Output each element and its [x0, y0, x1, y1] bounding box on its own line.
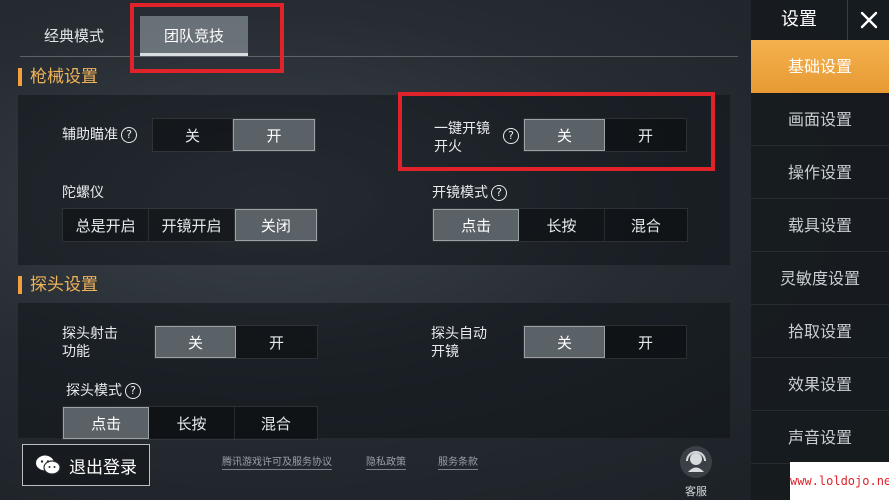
- gyro-always-on[interactable]: 总是开启: [63, 209, 150, 241]
- aim-assist-toggle: 关 开: [152, 118, 316, 152]
- peek-auto-scope-label: 探头自动 开镜: [431, 326, 487, 360]
- peek-mode-hold[interactable]: 长按: [149, 407, 235, 439]
- scope-mode-selector: 点击 长按 混合: [432, 208, 688, 242]
- customer-service-icon: [680, 446, 712, 478]
- aim-assist-label: 辅助瞄准?: [62, 126, 137, 144]
- scope-mode-hold[interactable]: 长按: [519, 209, 605, 241]
- close-button[interactable]: [847, 0, 889, 40]
- sidebar-item-audio[interactable]: 声音设置: [751, 411, 889, 464]
- sidebar-item-effects[interactable]: 效果设置: [751, 358, 889, 411]
- gyro-off[interactable]: 关闭: [234, 209, 317, 241]
- scope-mode-mixed[interactable]: 混合: [605, 209, 687, 241]
- peek-mode-label: 探头模式?: [66, 382, 141, 400]
- aim-assist-off[interactable]: 关: [153, 119, 233, 151]
- peek-mode-selector: 点击 长按 混合: [62, 406, 318, 440]
- peek-auto-scope-on[interactable]: 开: [605, 326, 686, 358]
- help-icon[interactable]: ?: [491, 185, 507, 201]
- gyro-label: 陀螺仪: [62, 185, 104, 201]
- sidebar-item-vehicle[interactable]: 载具设置: [751, 199, 889, 252]
- tabs-divider: [20, 56, 738, 57]
- help-icon[interactable]: ?: [125, 383, 141, 399]
- peek-mode-mixed[interactable]: 混合: [235, 407, 317, 439]
- sidebar-item-controls[interactable]: 操作设置: [751, 146, 889, 199]
- customer-service-button[interactable]: 客服: [674, 445, 718, 498]
- section-title-peek: 探头设置: [18, 273, 98, 297]
- footer-link-privacy[interactable]: 隐私政策: [366, 457, 406, 470]
- peek-fire-on[interactable]: 开: [236, 326, 317, 358]
- mode-tabs: 经典模式 团队竞技: [0, 0, 740, 58]
- peek-fire-off[interactable]: 关: [155, 326, 237, 358]
- section-title-gun: 枪械设置: [18, 65, 98, 89]
- tab-classic-mode[interactable]: 经典模式: [24, 16, 124, 56]
- peek-auto-scope-toggle: 关 开: [523, 325, 687, 359]
- scope-mode-label: 开镜模式?: [432, 184, 507, 202]
- scope-mode-tap[interactable]: 点击: [433, 209, 520, 241]
- help-icon[interactable]: ?: [121, 127, 137, 143]
- peek-mode-tap[interactable]: 点击: [63, 407, 150, 439]
- logout-button[interactable]: 退出登录: [22, 444, 150, 486]
- peek-auto-scope-off[interactable]: 关: [524, 326, 606, 358]
- highlight-box-scope-fire: [398, 92, 715, 171]
- sidebar-item-pickup[interactable]: 拾取设置: [751, 305, 889, 358]
- customer-service-label: 客服: [685, 485, 707, 498]
- sidebar-item-sensitivity[interactable]: 灵敏度设置: [751, 252, 889, 305]
- footer-link-terms[interactable]: 服务条款: [438, 457, 478, 470]
- footer-link-license[interactable]: 腾讯游戏许可及服务协议: [222, 457, 332, 470]
- aim-assist-on[interactable]: 开: [233, 119, 315, 151]
- close-icon: [860, 11, 877, 29]
- gyro-scope-on[interactable]: 开镜开启: [149, 209, 235, 241]
- sidebar-item-basic[interactable]: 基础设置: [751, 40, 889, 93]
- sidebar-item-graphics[interactable]: 画面设置: [751, 93, 889, 146]
- wechat-icon: [36, 455, 61, 475]
- settings-title: 设置: [781, 9, 817, 30]
- peek-fire-label: 探头射击 功能: [62, 326, 118, 360]
- watermark: www.loldojo.net: [790, 462, 889, 500]
- logout-label: 退出登录: [69, 457, 137, 478]
- highlight-box-team-tab: [130, 3, 284, 73]
- gyro-selector: 总是开启 开镜开启 关闭: [62, 208, 318, 242]
- peek-fire-toggle: 关 开: [154, 325, 318, 359]
